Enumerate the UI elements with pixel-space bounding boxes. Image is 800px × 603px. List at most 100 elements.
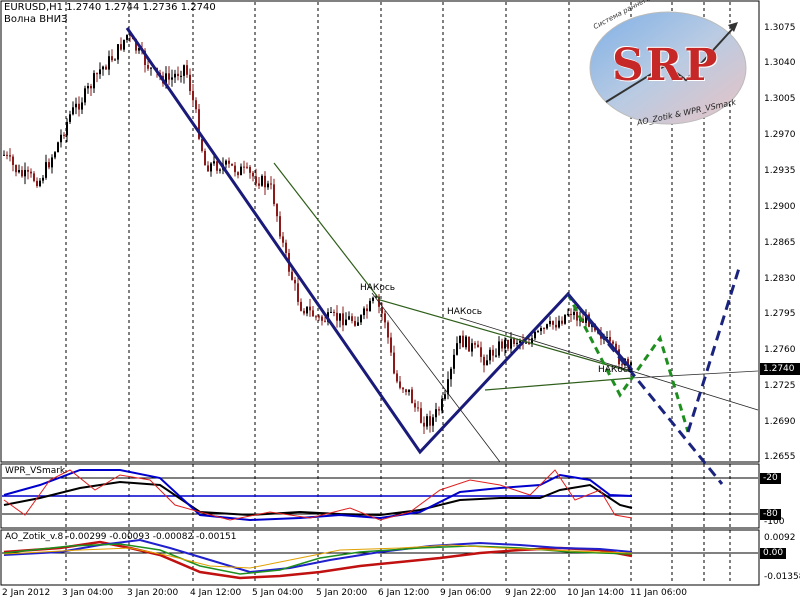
candle-body	[3, 154, 5, 156]
candle-body	[366, 308, 368, 312]
candle-body	[525, 342, 527, 344]
candle-body	[111, 56, 113, 61]
time-tick: 6 Jan 12:00	[378, 588, 430, 598]
candle-body	[66, 121, 68, 136]
candle-body	[18, 170, 20, 173]
candle-body	[9, 155, 11, 157]
candle-body	[51, 157, 53, 168]
candle-body	[402, 387, 404, 390]
wpr-level-tag: -20	[760, 473, 781, 484]
candle-body	[552, 320, 554, 325]
price-tick: 1.2760	[764, 345, 796, 355]
candle-body	[576, 311, 578, 321]
candle-body	[513, 338, 515, 344]
candle-body	[93, 73, 95, 89]
candle-body	[12, 156, 14, 166]
candle-body	[99, 69, 101, 75]
candle-body	[426, 416, 428, 427]
candle-body	[168, 73, 170, 80]
candle-body	[255, 176, 257, 184]
candle-body	[150, 67, 152, 69]
time-tick: 5 Jan 20:00	[316, 588, 368, 598]
candle-body	[264, 175, 266, 188]
candle-body	[489, 349, 491, 361]
time-tick: 4 Jan 12:00	[190, 588, 242, 598]
time-tick: 3 Jan 04:00	[62, 588, 114, 598]
candle-body	[273, 184, 275, 205]
candle-body	[114, 59, 116, 61]
logo-text: SRP	[612, 40, 720, 91]
candle-body	[213, 161, 215, 164]
candle-body	[510, 338, 512, 349]
candle-body	[192, 91, 194, 101]
candle-body	[237, 172, 239, 176]
candle-body	[204, 150, 206, 166]
candle-body	[486, 360, 488, 366]
candle-body	[120, 44, 122, 50]
candle-body	[87, 86, 89, 89]
time-tick: 3 Jan 20:00	[127, 588, 179, 598]
time-tick: 9 Jan 22:00	[505, 588, 557, 598]
price-tick: 1.3005	[764, 94, 796, 104]
candle-body	[219, 169, 221, 171]
candle-body	[408, 389, 410, 393]
candle-body	[342, 313, 344, 326]
time-tick: 10 Jan 14:00	[567, 588, 624, 598]
candle-body	[411, 389, 413, 404]
candle-body	[516, 342, 518, 344]
candle-body	[63, 134, 65, 136]
candle-body	[351, 316, 353, 322]
candle-body	[291, 271, 293, 280]
candle-body	[363, 308, 365, 316]
candle-body	[474, 343, 476, 345]
candle-body	[279, 216, 281, 237]
current-price-tag: 1.2740	[760, 363, 800, 375]
candle-body	[357, 322, 359, 326]
candle-body	[405, 389, 407, 393]
candle-body	[123, 39, 125, 50]
candle-body	[438, 409, 440, 411]
candle-body	[105, 66, 107, 70]
candle-body	[39, 180, 41, 187]
candle-body	[492, 349, 494, 356]
price-tick: 1.2900	[764, 202, 796, 212]
candle-body	[282, 236, 284, 243]
candle-body	[555, 324, 557, 328]
candle-body	[345, 319, 347, 326]
candle-body	[567, 313, 569, 315]
candle-body	[228, 160, 230, 164]
candle-body	[315, 316, 317, 318]
candle-body	[267, 183, 269, 188]
candle-body	[537, 331, 539, 333]
price-tick: 1.2935	[764, 166, 796, 176]
candle-body	[309, 306, 311, 311]
wave-subtitle: Волна ВНИЗ	[4, 14, 68, 25]
ao-axis-tick: 0.0092	[764, 533, 796, 543]
annotation-label: НАКось	[360, 283, 396, 293]
candle-body	[420, 408, 422, 423]
candle-body	[300, 301, 302, 311]
candle-body	[423, 422, 425, 427]
candle-body	[561, 320, 563, 324]
candle-body	[387, 322, 389, 338]
time-tick: 11 Jan 06:00	[630, 588, 687, 598]
ao-axis-tick: -0.01358	[764, 572, 800, 582]
candle-body	[33, 173, 35, 181]
time-tick: 5 Jan 04:00	[252, 588, 304, 598]
candle-body	[330, 311, 332, 313]
candle-body	[270, 183, 272, 185]
candle-body	[393, 352, 395, 374]
candle-body	[312, 310, 314, 317]
candle-body	[180, 75, 182, 77]
candle-body	[384, 313, 386, 323]
candle-body	[318, 316, 320, 318]
candle-body	[336, 312, 338, 321]
wpr-min-label: -100	[764, 517, 785, 527]
price-tick: 1.2655	[764, 452, 796, 462]
candle-body	[186, 65, 188, 75]
candle-body	[42, 177, 44, 181]
candle-body	[285, 242, 287, 254]
candle-body	[546, 324, 548, 329]
candle-body	[414, 403, 416, 408]
candle-body	[573, 311, 575, 316]
